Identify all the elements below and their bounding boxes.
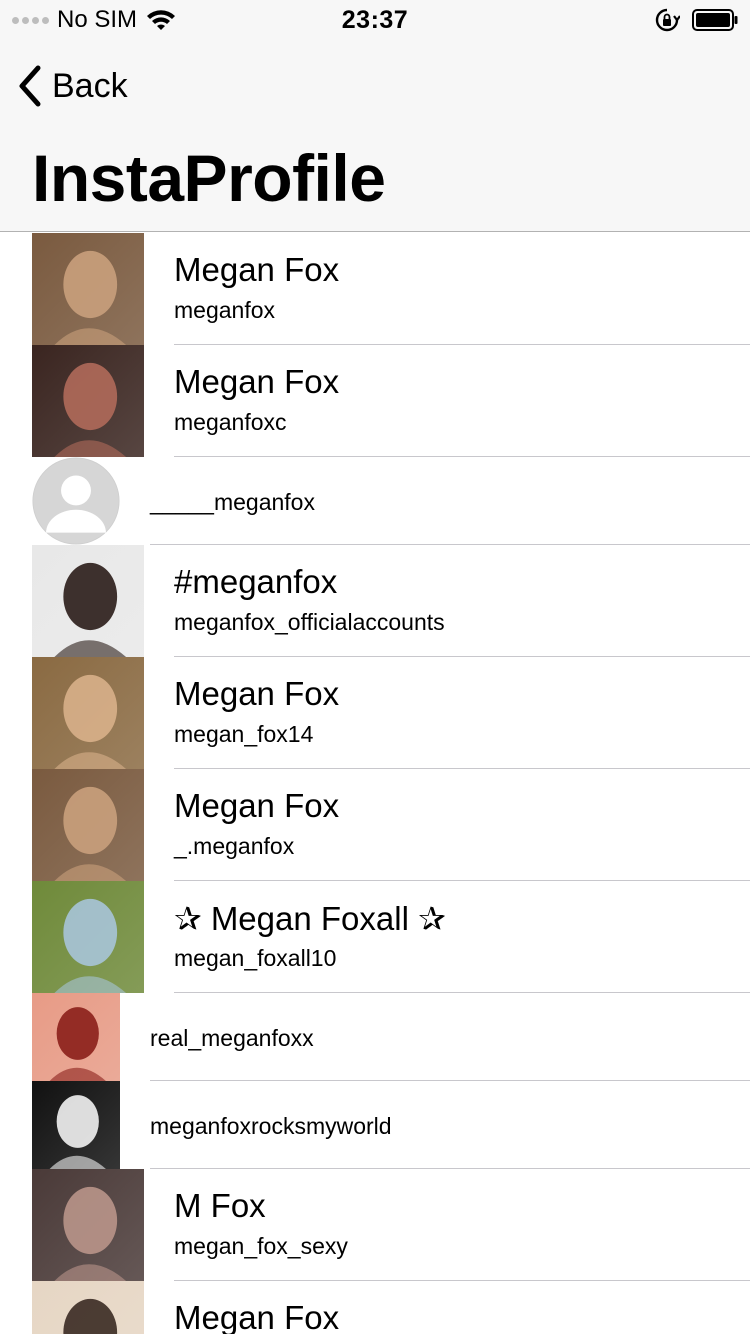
chevron-left-icon (19, 65, 41, 107)
profile-avatar-image (32, 1281, 144, 1334)
battery-icon (692, 9, 738, 31)
orientation-lock-icon (655, 8, 680, 32)
status-bar-right (654, 6, 738, 34)
profile-result-row[interactable]: Megan Fox megan_fox14 (0, 657, 750, 769)
profile-username: meganfox (174, 297, 276, 323)
profile-username: megan_fox14 (174, 721, 314, 747)
profile-avatar-image (32, 993, 120, 1081)
profile-result-row[interactable]: meganfoxrocksmyworld (0, 1081, 750, 1169)
profile-result-row[interactable]: real_meganfoxx (0, 993, 750, 1081)
profile-result-row[interactable]: _____meganfox (0, 457, 750, 545)
profile-username: _____meganfox (150, 489, 315, 515)
profile-result-row[interactable]: ✰ Megan Foxall ✰ megan_foxall10 (0, 881, 750, 993)
profile-username: real_meganfoxx (150, 1025, 314, 1051)
profile-avatar-image (32, 769, 144, 881)
profile-display-name: ✰ Megan Foxall ✰ (174, 900, 446, 937)
default-avatar-icon (32, 457, 120, 545)
profile-avatar-image (32, 545, 144, 657)
profile-result-row[interactable]: Megan Fox meganfoxc (0, 345, 750, 457)
profile-result-row[interactable]: Megan Fox (0, 1281, 750, 1334)
profile-avatar-image (32, 1169, 144, 1281)
navigation-bar: Back InstaProfile (0, 40, 750, 232)
profile-display-name: Megan Fox (174, 1299, 340, 1334)
profile-result-row[interactable]: Megan Fox _.meganfox (0, 769, 750, 881)
profile-display-name: M Fox (174, 1187, 266, 1224)
profile-username: meganfox_officialaccounts (174, 609, 445, 635)
profile-username: megan_fox_sexy (174, 1233, 348, 1259)
profile-avatar-image (32, 233, 144, 345)
profile-display-name: Megan Fox (174, 675, 340, 712)
profile-result-row[interactable]: M Fox megan_fox_sexy (0, 1169, 750, 1281)
profile-display-name: Megan Fox (174, 363, 340, 400)
status-bar: No SIM 23:37 (0, 0, 750, 40)
profile-username: meganfoxc (174, 409, 287, 435)
profile-username: _.meganfox (174, 833, 295, 859)
back-button[interactable]: Back (16, 62, 128, 110)
profile-result-row[interactable]: Megan Fox meganfox (0, 233, 750, 345)
profile-result-row[interactable]: #meganfox meganfox_officialaccounts (0, 545, 750, 657)
profile-avatar-image (32, 657, 144, 769)
profile-avatar-image (32, 345, 144, 457)
profile-username: meganfoxrocksmyworld (150, 1113, 392, 1139)
clock: 23:37 (341, 6, 409, 34)
profile-display-name: Megan Fox (174, 251, 340, 288)
profile-display-name: #meganfox (174, 563, 338, 600)
page-title: InstaProfile (32, 141, 386, 215)
profile-results-list: Megan Fox meganfox Megan Fox meganfoxc _____… (0, 233, 750, 1334)
back-button-label: Back (52, 66, 128, 105)
profile-avatar-image (32, 881, 144, 993)
profile-username: megan_foxall10 (174, 945, 337, 971)
profile-display-name: Megan Fox (174, 787, 340, 824)
profile-avatar-image (32, 1081, 120, 1169)
